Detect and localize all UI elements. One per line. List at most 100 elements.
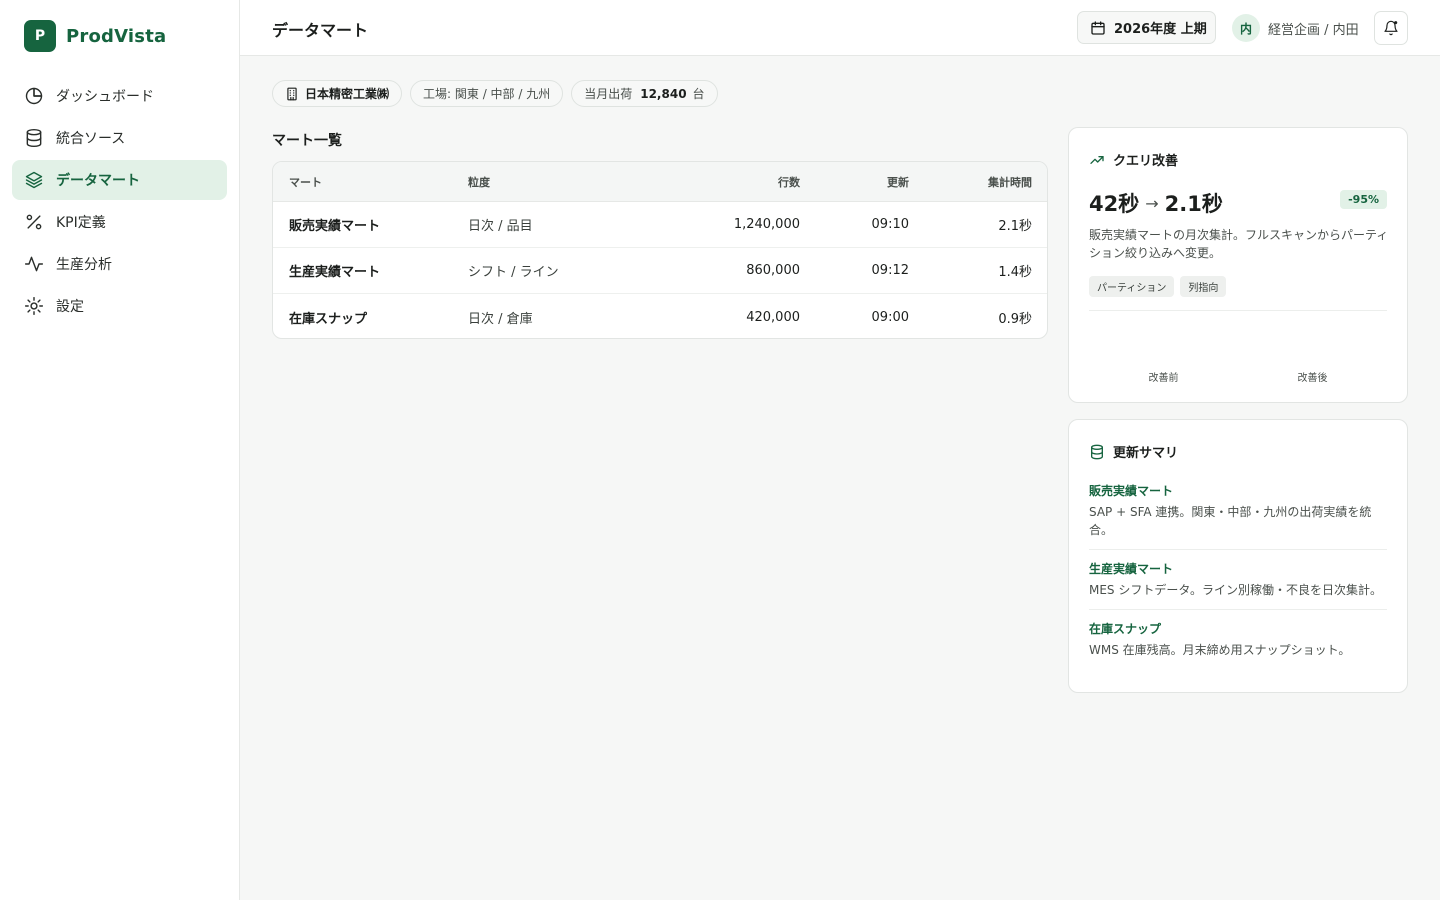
calendar-icon xyxy=(1090,20,1106,36)
mart-table: マート 粒度 行数 更新 集計時間 販売実績マート 日次 / 品目 1,240,… xyxy=(272,161,1048,339)
sidebar-item-label: 生産分析 xyxy=(56,257,112,273)
top-header: データマート 2026年度 上期 内 経営企画 / 内田 xyxy=(240,0,1440,56)
list-item: 生産実績マート MES シフトデータ。ライン別稼働・不良を日次集計。 xyxy=(1089,560,1387,610)
mart-updated: 09:00 xyxy=(871,309,909,325)
summary-list: 販売実績マート SAP + SFA 連携。関東・中部・九州の出荷実績を統合。 生… xyxy=(1089,482,1387,679)
column-header-updated[interactable]: 更新 xyxy=(800,174,909,190)
shipment-label: 当月出荷 xyxy=(584,87,633,101)
tag: 列指向 xyxy=(1180,276,1227,297)
sidebar-item-label: 設定 xyxy=(56,299,84,315)
page-title: データマート xyxy=(272,21,369,40)
avatar: 内 xyxy=(1232,14,1260,42)
mart-time: 1.4秒 xyxy=(998,265,1032,280)
query-description: 販売実績マートの月次集計。フルスキャンからパーティション絞り込みへ変更。 xyxy=(1089,228,1389,260)
sidebar-item-kpi[interactable]: KPI定義 xyxy=(12,202,227,242)
arrow-right-icon: → xyxy=(1145,193,1159,213)
mart-rows: 1,240,000 xyxy=(733,217,800,232)
sidebar-nav: ダッシュボード 統合ソース データマート KPI定義 生産分析 設定 xyxy=(12,76,227,328)
table-header: マート 粒度 行数 更新 集計時間 xyxy=(273,162,1047,202)
sun-gear-icon xyxy=(24,296,44,316)
sidebar-item-label: KPI定義 xyxy=(56,215,106,231)
database-icon xyxy=(1089,444,1105,460)
activity-icon xyxy=(24,254,44,274)
query-improvement-card: クエリ改善 42秒 → 2.1秒 -95% 販売実績マートの月次集計。フルスキャ… xyxy=(1068,127,1408,403)
sidebar-item-production[interactable]: 生産分析 xyxy=(12,244,227,284)
divider xyxy=(1089,310,1387,311)
brand-logo: P xyxy=(24,20,56,52)
mart-name: 生産実績マート xyxy=(289,265,381,280)
mart-grain: シフト / ライン xyxy=(468,265,559,280)
mart-grain: 日次 / 品目 xyxy=(468,219,533,234)
mart-updated: 09:10 xyxy=(871,217,909,232)
shipment-value: 12,840 xyxy=(640,86,687,101)
tag: パーティション xyxy=(1089,276,1175,297)
shipment-chip: 当月出荷 12,840 台 xyxy=(571,80,718,107)
mart-rows: 860,000 xyxy=(746,263,800,278)
summary-card-header: 更新サマリ xyxy=(1089,442,1178,461)
sidebar-item-settings[interactable]: 設定 xyxy=(12,286,227,326)
trending-up-icon xyxy=(1089,152,1105,168)
sidebar-item-label: 統合ソース xyxy=(56,131,126,147)
percent-icon xyxy=(24,212,44,232)
company-chip[interactable]: 日本精密工業㈱ xyxy=(272,80,403,107)
mart-updated: 09:12 xyxy=(871,263,909,278)
company-name: 日本精密工業㈱ xyxy=(305,87,390,101)
query-after: 2.1秒 xyxy=(1164,192,1223,216)
query-card-title: クエリ改善 xyxy=(1113,154,1179,169)
user-name: 経営企画 / 内田 xyxy=(1268,22,1359,38)
period-label: 2026年度 上期 xyxy=(1114,22,1207,37)
table-row[interactable]: 在庫スナップ 日次 / 倉庫 420,000 09:00 0.9秒 xyxy=(273,294,1047,338)
pie-chart-icon xyxy=(24,86,44,106)
mart-time: 2.1秒 xyxy=(998,219,1032,234)
column-header-grain[interactable]: 粒度 xyxy=(468,174,638,190)
filter-chips: 日本精密工業㈱ 工場: 関東 / 中部 / 九州 当月出荷 12,840 台 xyxy=(272,80,726,107)
bell-icon xyxy=(1383,20,1399,36)
label-after: 改善後 xyxy=(1297,373,1328,384)
sidebar-item-dashboard[interactable]: ダッシュボード xyxy=(12,76,227,116)
label-before: 改善前 xyxy=(1148,373,1179,384)
summary-item-title[interactable]: 販売実績マート xyxy=(1089,482,1387,499)
brand-name: ProdVista xyxy=(66,25,167,47)
plant-filter-label: 工場: 関東 / 中部 / 九州 xyxy=(423,87,551,101)
period-selector-button[interactable]: 2026年度 上期 xyxy=(1077,11,1216,44)
update-summary-card: 更新サマリ 販売実績マート SAP + SFA 連携。関東・中部・九州の出荷実績… xyxy=(1068,419,1408,693)
summary-item-title[interactable]: 在庫スナップ xyxy=(1089,620,1387,637)
column-header-rows[interactable]: 行数 xyxy=(638,174,800,190)
improvement-badge: -95% xyxy=(1340,190,1387,209)
mart-time: 0.9秒 xyxy=(998,311,1032,327)
sidebar: P ProdVista ダッシュボード 統合ソース データマート KPI定義 生… xyxy=(0,0,240,900)
mart-name: 在庫スナップ xyxy=(289,311,368,327)
list-item: 販売実績マート SAP + SFA 連携。関東・中部・九州の出荷実績を統合。 xyxy=(1089,482,1387,550)
table-row[interactable]: 販売実績マート 日次 / 品目 1,240,000 09:10 2.1秒 xyxy=(273,202,1047,248)
shipment-unit: 台 xyxy=(692,87,705,101)
list-item: 在庫スナップ WMS 在庫残高。月末締め用スナップショット。 xyxy=(1089,620,1387,669)
building-icon xyxy=(285,87,299,101)
plant-filter-chip[interactable]: 工場: 関東 / 中部 / 九州 xyxy=(410,80,564,107)
sidebar-item-datamart[interactable]: データマート xyxy=(12,160,227,200)
query-card-header: クエリ改善 xyxy=(1089,150,1178,169)
mart-name: 販売実績マート xyxy=(289,219,381,234)
sidebar-item-sources[interactable]: 統合ソース xyxy=(12,118,227,158)
summary-item-desc: SAP + SFA 連携。関東・中部・九州の出荷実績を統合。 xyxy=(1089,505,1372,537)
database-icon xyxy=(24,128,44,148)
mart-list-title: マート一覧 xyxy=(272,133,342,149)
mart-grain: 日次 / 倉庫 xyxy=(468,311,533,327)
layers-icon xyxy=(24,170,44,190)
query-metric: 42秒 → 2.1秒 xyxy=(1089,188,1223,218)
summary-card-title: 更新サマリ xyxy=(1113,446,1179,461)
mart-rows: 420,000 xyxy=(746,309,800,325)
table-row[interactable]: 生産実績マート シフト / ライン 860,000 09:12 1.4秒 xyxy=(273,248,1047,294)
query-before: 42秒 xyxy=(1089,192,1140,216)
summary-item-desc: WMS 在庫残高。月末締め用スナップショット。 xyxy=(1089,643,1351,657)
query-tags: パーティション 列指向 xyxy=(1089,276,1232,297)
notification-button[interactable] xyxy=(1374,11,1408,45)
brand[interactable]: P ProdVista xyxy=(24,20,166,52)
column-header-mart[interactable]: マート xyxy=(273,174,468,190)
column-header-time[interactable]: 集計時間 xyxy=(909,174,1032,190)
user-menu[interactable]: 内 経営企画 / 内田 xyxy=(1232,14,1359,42)
chart-labels: 改善前 改善後 xyxy=(1089,369,1387,384)
sidebar-item-label: データマート xyxy=(56,173,140,189)
before-after-chart xyxy=(1089,318,1387,368)
summary-item-title[interactable]: 生産実績マート xyxy=(1089,560,1387,577)
summary-item-desc: MES シフトデータ。ライン別稼働・不良を日次集計。 xyxy=(1089,583,1383,597)
